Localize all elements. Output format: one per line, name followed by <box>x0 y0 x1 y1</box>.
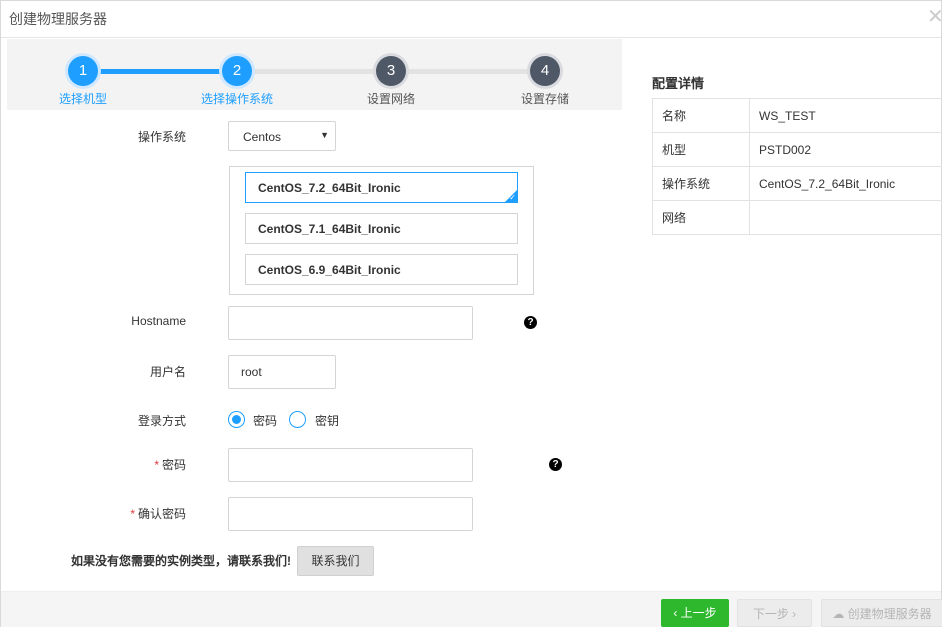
caret-down-icon: ▼ <box>320 130 329 140</box>
os-image-name: CentOS_7.2_64Bit_Ironic <box>258 181 401 195</box>
os-image-name: CentOS_6.9_64Bit_Ironic <box>258 263 401 277</box>
os-label: 操作系统 <box>137 130 186 144</box>
summary-key: 名称 <box>652 98 750 133</box>
step-4-label: 设置存储 <box>520 92 569 106</box>
close-icon[interactable]: ✕ <box>927 7 941 27</box>
login-key-radio[interactable] <box>289 411 306 428</box>
check-icon: ✓ <box>509 193 516 202</box>
question-circle-icon[interactable]: ? <box>524 316 537 329</box>
step-track-done <box>83 69 237 74</box>
summary-value: CentOS_7.2_64Bit_Ironic <box>749 166 942 201</box>
create-server-dialog: 创建物理服务器 ✕ 1 2 3 4 选择机型 选择操作系统 设置网络 设置存储 … <box>0 0 942 627</box>
table-row: 名称 WS_TEST <box>652 98 942 133</box>
chevron-left-icon: ‹ <box>673 606 681 620</box>
step-2-circle[interactable]: 2 <box>222 56 252 86</box>
login-password-label[interactable]: 密码 <box>253 412 277 429</box>
summary-value <box>749 200 942 235</box>
create-server-label: 创建物理服务器 <box>847 607 932 621</box>
summary-value: WS_TEST <box>749 98 942 133</box>
summary-title: 配置详情 <box>652 76 705 91</box>
os-image-option[interactable]: CentOS_7.1_64Bit_Ironic <box>245 213 518 244</box>
summary-key: 操作系统 <box>652 166 750 201</box>
step-1-label[interactable]: 选择机型 <box>23 90 143 107</box>
hostname-input[interactable] <box>228 306 473 340</box>
table-row: 操作系统 CentOS_7.2_64Bit_Ironic <box>652 166 942 201</box>
summary-key: 机型 <box>652 132 750 167</box>
os-select-value: Centos <box>243 130 282 144</box>
contact-note: 如果没有您需要的实例类型，请联系我们! <box>71 554 291 568</box>
required-mark: * <box>130 507 135 521</box>
chevron-right-icon: › <box>788 607 797 621</box>
dialog-title: 创建物理服务器 <box>9 11 107 27</box>
step-3-circle: 3 <box>376 56 406 86</box>
step-track-pending <box>237 69 391 74</box>
login-password-radio[interactable] <box>228 411 245 428</box>
step-1-circle[interactable]: 1 <box>68 56 98 86</box>
os-image-list: CentOS_7.2_64Bit_Ironic ✓ CentOS_7.1_64B… <box>229 166 534 295</box>
login-method-label: 登录方式 <box>137 414 186 428</box>
step-4-circle: 4 <box>530 56 560 86</box>
table-row: 网络 <box>652 200 942 235</box>
password-label-text: 密码 <box>161 458 186 472</box>
next-step-label: 下一步 <box>752 607 789 621</box>
step-2-label[interactable]: 选择操作系统 <box>177 90 297 107</box>
summary-value: PSTD002 <box>749 132 942 167</box>
table-row: 机型 PSTD002 <box>652 132 942 167</box>
step-track-pending <box>391 69 545 74</box>
create-server-button[interactable]: ☁ 创建物理服务器 <box>821 599 942 627</box>
os-image-name: CentOS_7.1_64Bit_Ironic <box>258 222 401 236</box>
password-input[interactable] <box>228 448 473 482</box>
username-input[interactable]: root <box>228 355 336 389</box>
hostname-label: Hostname <box>131 314 186 328</box>
required-mark: * <box>154 458 159 472</box>
login-key-label[interactable]: 密钥 <box>315 412 339 429</box>
step-3-label: 设置网络 <box>366 92 415 106</box>
contact-us-button[interactable]: 联系我们 <box>297 546 374 576</box>
confirm-password-label-text: 确认密码 <box>137 507 186 521</box>
username-label: 用户名 <box>149 365 186 379</box>
question-circle-icon[interactable]: ? <box>549 458 562 471</box>
summary-table: 名称 WS_TEST 机型 PSTD002 操作系统 CentOS_7.2_64… <box>652 98 942 235</box>
dialog-titlebar: 创建物理服务器 ✕ <box>1 1 941 38</box>
os-select[interactable]: Centos ▼ <box>228 121 336 151</box>
confirm-password-input[interactable] <box>228 497 473 531</box>
cloud-upload-icon: ☁ <box>832 607 848 621</box>
summary-key: 网络 <box>652 200 750 235</box>
os-image-option[interactable]: CentOS_6.9_64Bit_Ironic <box>245 254 518 285</box>
prev-step-button[interactable]: ‹ 上一步 <box>661 599 729 627</box>
next-step-button[interactable]: 下一步 › <box>737 599 812 627</box>
prev-step-label: 上一步 <box>680 606 717 620</box>
wizard-steps: 1 2 3 4 选择机型 选择操作系统 设置网络 设置存储 <box>7 39 622 110</box>
os-image-option[interactable]: CentOS_7.2_64Bit_Ironic ✓ <box>245 172 518 203</box>
password-label: * 密码 <box>46 456 186 473</box>
confirm-password-label: * 确认密码 <box>46 505 186 522</box>
